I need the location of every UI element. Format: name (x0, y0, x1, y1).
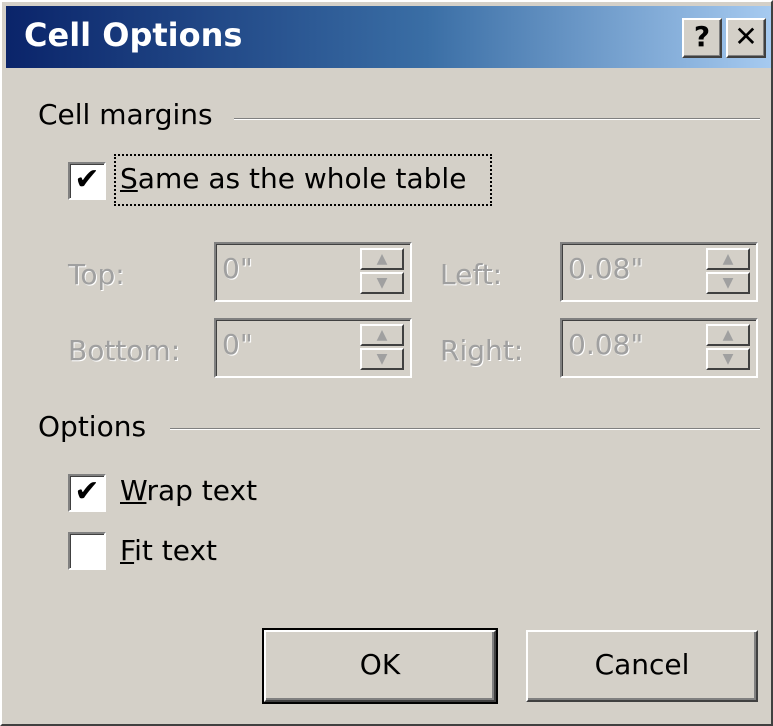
arrow-up-icon: ▲ (376, 327, 388, 343)
cell-margins-divider (234, 118, 760, 120)
bottom-margin-value[interactable]: 0" (222, 328, 253, 361)
help-button[interactable]: ? (682, 18, 722, 58)
fit-text-mnemonic: F (120, 534, 135, 567)
cancel-button[interactable]: Cancel (526, 630, 758, 702)
right-margin-spinner[interactable]: 0.08" ▲ ▼ (560, 318, 758, 378)
fit-text-text: it text (134, 534, 217, 567)
dialog-title: Cell Options (24, 16, 243, 54)
options-group-label: Options (38, 410, 147, 443)
arrow-up-icon: ▲ (722, 327, 734, 343)
wrap-text-text: rap text (146, 474, 258, 507)
arrow-up-icon: ▲ (722, 251, 734, 267)
help-icon: ? (693, 20, 711, 53)
arrow-down-icon: ▼ (376, 275, 388, 291)
bottom-margin-spinner[interactable]: 0" ▲ ▼ (214, 318, 412, 378)
left-margin-value[interactable]: 0.08" (568, 252, 643, 285)
wrap-text-mnemonic: W (120, 474, 147, 507)
bottom-margin-label: Bottom: (68, 334, 181, 367)
arrow-down-icon: ▼ (722, 275, 734, 291)
left-margin-spinner[interactable]: 0.08" ▲ ▼ (560, 242, 758, 302)
cell-options-dialog: Cell Options ? ✕ Cell margins ✔ Same as … (0, 0, 773, 726)
checkmark-icon: ✔ (74, 474, 100, 509)
bottom-margin-down-button[interactable]: ▼ (360, 348, 404, 370)
same-as-table-label[interactable]: Same as the whole table (120, 162, 466, 195)
top-margin-down-button[interactable]: ▼ (360, 272, 404, 294)
arrow-up-icon: ▲ (376, 251, 388, 267)
left-margin-down-button[interactable]: ▼ (706, 272, 750, 294)
right-margin-label: Right: (440, 334, 524, 367)
same-as-table-checkbox[interactable]: ✔ (68, 162, 106, 200)
left-margin-up-button[interactable]: ▲ (706, 248, 750, 270)
cell-margins-group-label: Cell margins (38, 98, 213, 131)
wrap-text-checkbox[interactable]: ✔ (68, 474, 106, 512)
top-margin-label: Top: (68, 258, 125, 291)
same-as-table-mnemonic: S (120, 162, 138, 195)
ok-button[interactable]: OK (262, 628, 498, 704)
right-margin-up-button[interactable]: ▲ (706, 324, 750, 346)
top-margin-value[interactable]: 0" (222, 252, 253, 285)
options-divider (170, 428, 760, 430)
close-button[interactable]: ✕ (726, 18, 766, 58)
fit-text-label[interactable]: Fit text (120, 534, 217, 567)
checkmark-icon: ✔ (74, 162, 100, 197)
bottom-margin-up-button[interactable]: ▲ (360, 324, 404, 346)
arrow-down-icon: ▼ (722, 351, 734, 367)
right-margin-value[interactable]: 0.08" (568, 328, 643, 361)
same-as-table-text: ame as the whole table (137, 162, 467, 195)
close-icon: ✕ (734, 20, 758, 53)
arrow-down-icon: ▼ (376, 351, 388, 367)
title-bar: Cell Options ? ✕ (6, 6, 771, 68)
fit-text-checkbox[interactable] (68, 532, 106, 570)
right-margin-down-button[interactable]: ▼ (706, 348, 750, 370)
left-margin-label: Left: (440, 258, 503, 291)
top-margin-spinner[interactable]: 0" ▲ ▼ (214, 242, 412, 302)
top-margin-up-button[interactable]: ▲ (360, 248, 404, 270)
wrap-text-label[interactable]: Wrap text (120, 474, 257, 507)
